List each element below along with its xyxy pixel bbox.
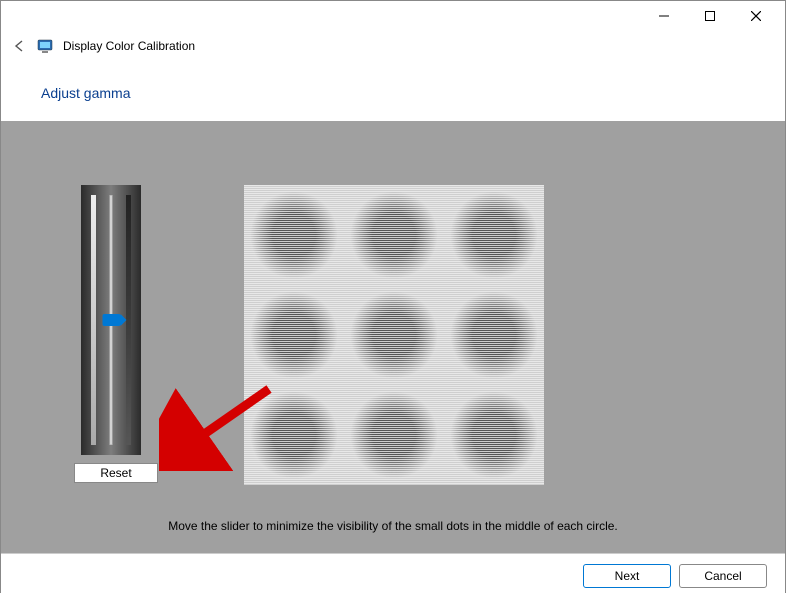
content-area: Reset Move the slider to minimize the vi… — [1, 121, 785, 553]
gamma-slider-thumb[interactable] — [102, 314, 120, 326]
reset-button[interactable]: Reset — [74, 463, 158, 483]
gamma-dot — [244, 385, 344, 485]
minimize-button[interactable] — [641, 1, 687, 31]
next-button[interactable]: Next — [583, 564, 671, 588]
gamma-dot — [244, 185, 344, 285]
gamma-preview-grid — [244, 185, 544, 485]
gamma-dot — [444, 185, 544, 285]
header-bar: Display Color Calibration — [1, 31, 785, 61]
page-title: Adjust gamma — [1, 61, 785, 121]
gradient-stripe-dark — [126, 195, 131, 445]
gamma-dot — [244, 285, 344, 385]
gamma-dot — [344, 385, 444, 485]
cancel-button[interactable]: Cancel — [679, 564, 767, 588]
back-icon[interactable] — [13, 39, 27, 53]
window-titlebar — [1, 1, 785, 31]
gamma-dot — [344, 185, 444, 285]
gamma-dot — [444, 285, 544, 385]
window-title: Display Color Calibration — [63, 39, 195, 53]
instruction-text: Move the slider to minimize the visibili… — [1, 519, 785, 533]
close-button[interactable] — [733, 1, 779, 31]
gamma-slider-track[interactable] — [110, 195, 113, 445]
gamma-dot — [444, 385, 544, 485]
gamma-dot — [344, 285, 444, 385]
maximize-button[interactable] — [687, 1, 733, 31]
app-icon — [37, 38, 53, 54]
gamma-slider-panel — [81, 185, 141, 455]
gradient-stripe-light — [91, 195, 96, 445]
footer-bar: Next Cancel — [1, 553, 785, 597]
